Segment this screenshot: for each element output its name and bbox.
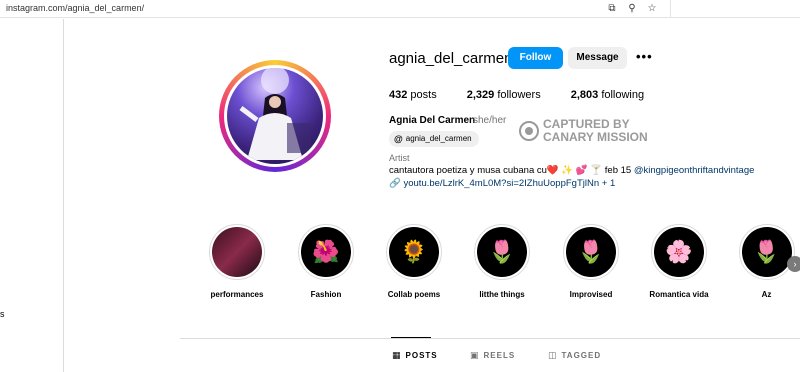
hibiscus-icon: 🌺 <box>301 227 351 277</box>
profile-username: agnia_del_carmen <box>389 50 513 67</box>
followers-stat[interactable]: 2,329 followers <box>467 89 541 101</box>
tulip-icon: 🌷 <box>477 227 527 277</box>
profile-full-name: Agnia Del Carmen <box>389 115 476 126</box>
browser-toolbar-right <box>670 0 800 18</box>
sidebar-item-label[interactable]: s <box>0 309 5 319</box>
highlight-item[interactable]: 🌷 litthe things <box>467 224 537 299</box>
highlight-label[interactable]: Fashion <box>291 290 361 299</box>
bookmark-star-icon[interactable]: ☆ <box>646 1 658 17</box>
highlight-label[interactable]: Romantica vida <box>644 290 714 299</box>
highlight-label[interactable]: performances <box>202 290 272 299</box>
bio-mention-link[interactable]: @kingpigeonthriftandvintage <box>634 165 755 176</box>
profile-link[interactable]: 🔗 youtu.be/LzlrK_4mL0M?si=2IZhuUoppFgTjl… <box>389 178 615 189</box>
highlight-item[interactable]: 🌷 Improvised <box>556 224 626 299</box>
watermark-line1: CAPTURED BY <box>543 117 630 131</box>
link-icon: 🔗 <box>389 178 401 189</box>
posts-count: 432 <box>389 89 408 101</box>
watermark-line2: CANARY MISSION <box>543 130 648 144</box>
install-icon[interactable]: ⧉ <box>606 1 618 17</box>
tulip-icon: 🌷 <box>566 227 616 277</box>
canary-mission-watermark: CAPTURED BY CANARY MISSION <box>519 118 648 144</box>
avatar-story-ring[interactable] <box>219 60 331 172</box>
tagged-icon: ◫ <box>548 350 558 360</box>
watermark-logo-icon <box>519 121 539 141</box>
more-options-icon[interactable]: ••• <box>636 49 653 64</box>
url-text[interactable]: instagram.com/agnia_del_carmen/ <box>6 3 144 13</box>
reels-icon: ▣ <box>470 350 480 360</box>
tulip-icon: 🌷 <box>741 227 792 277</box>
profile-stats: 432 posts 2,329 followers 2,803 followin… <box>389 89 674 101</box>
following-label[interactable]: following <box>601 89 644 101</box>
follow-button[interactable]: Follow <box>508 47 563 69</box>
posts-label: posts <box>410 89 437 101</box>
profile-link-text[interactable]: youtu.be/LzlrK_4mL0M?si=2IZhuUoppFgTjlNn… <box>403 178 615 189</box>
tab-label[interactable]: TAGGED <box>562 351 602 360</box>
posts-stat: 432 posts <box>389 89 437 101</box>
highlight-item[interactable]: performances <box>202 224 272 299</box>
highlight-item[interactable]: 🌻 Collab poems <box>379 224 449 299</box>
highlight-label[interactable]: Az <box>733 290 800 299</box>
address-bar[interactable]: instagram.com/agnia_del_carmen/ ⧉ ⚲ ☆ <box>0 0 670 18</box>
followers-count[interactable]: 2,329 <box>467 89 495 101</box>
chevron-right-icon[interactable]: › <box>787 256 800 272</box>
sunflower-icon: 🌻 <box>389 227 439 277</box>
highlight-label[interactable]: Collab poems <box>379 290 449 299</box>
avatar[interactable] <box>227 68 323 164</box>
followers-label[interactable]: followers <box>497 89 540 101</box>
tab-posts[interactable]: ▦ POSTS <box>392 350 438 361</box>
highlight-cover <box>212 227 262 277</box>
highlight-label[interactable]: litthe things <box>467 290 537 299</box>
highlight-item[interactable]: 🌸 Romantica vida <box>644 224 714 299</box>
highlight-item[interactable]: 🌺 Fashion <box>291 224 361 299</box>
cherry-blossom-icon: 🌸 <box>654 227 704 277</box>
bio-text: cantautora poetiza y musa cubana cu❤️ ✨ … <box>389 165 634 176</box>
zoom-icon[interactable]: ⚲ <box>626 1 638 17</box>
tab-reels[interactable]: ▣ REELS <box>470 350 515 361</box>
following-count[interactable]: 2,803 <box>571 89 599 101</box>
profile-category: Artist <box>389 153 410 163</box>
threads-handle[interactable]: agnia_del_carmen <box>406 131 472 147</box>
message-button[interactable]: Message <box>568 47 627 69</box>
following-stat[interactable]: 2,803 following <box>571 89 644 101</box>
active-tab-indicator <box>391 337 431 338</box>
profile-pronouns: she/her <box>473 115 507 126</box>
threads-icon: @ <box>394 134 403 144</box>
tab-label[interactable]: POSTS <box>406 351 438 360</box>
tabs-divider <box>180 338 800 339</box>
profile-bio: cantautora poetiza y musa cubana cu❤️ ✨ … <box>389 165 754 176</box>
tab-tagged[interactable]: ◫ TAGGED <box>548 350 601 361</box>
tab-label[interactable]: REELS <box>484 351 516 360</box>
left-sidebar: s <box>0 19 64 372</box>
grid-icon: ▦ <box>392 350 402 360</box>
highlight-label[interactable]: Improvised <box>556 290 626 299</box>
threads-badge[interactable]: @ agnia_del_carmen <box>389 131 479 147</box>
